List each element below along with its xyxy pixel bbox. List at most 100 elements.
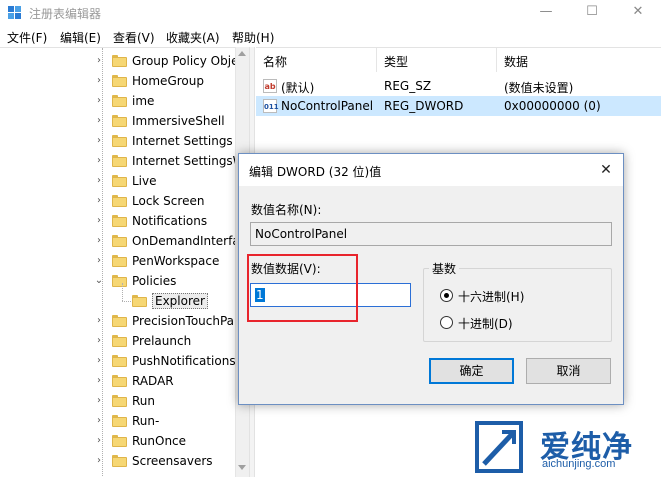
folder-icon — [112, 415, 127, 427]
chevron-right-icon[interactable]: › — [94, 215, 104, 227]
tree-item-label: RunOnce — [132, 434, 187, 448]
chevron-right-icon[interactable]: › — [94, 355, 104, 367]
tree-item-label: ime — [132, 94, 155, 108]
chevron-down-icon[interactable]: ⌄ — [94, 275, 104, 287]
folder-icon — [112, 215, 127, 227]
tree-item[interactable]: › Prelaunch — [0, 331, 235, 351]
highlight-annotation — [247, 254, 358, 322]
tree-item[interactable]: › Live — [0, 171, 235, 191]
tree-item-label: OnDemandInterfa — [132, 234, 240, 248]
menu-help[interactable]: 帮助(H) — [232, 29, 274, 46]
tree-item[interactable]: › PenWorkspace — [0, 251, 235, 271]
tree-item[interactable]: › Internet SettingsW — [0, 151, 245, 171]
folder-icon — [112, 55, 127, 67]
tree-item-label: Policies — [132, 274, 177, 288]
tree-item[interactable]: › Run — [0, 391, 235, 411]
tree-item[interactable]: › ime — [0, 91, 235, 111]
folder-icon — [112, 455, 127, 467]
edit-dword-dialog: 编辑 DWORD (32 位)值 ✕ 数值名称(N): NoControlPan… — [238, 153, 624, 405]
string-value-icon: ab — [263, 79, 277, 93]
menu-file[interactable]: 文件(F) — [7, 29, 47, 46]
value-name-field[interactable]: NoControlPanel — [250, 222, 612, 246]
tree-item[interactable]: › Notifications — [0, 211, 235, 231]
column-name[interactable]: 名称 — [263, 53, 287, 70]
tree-item[interactable]: › Run- — [0, 411, 235, 431]
tree-item[interactable]: › ImmersiveShell — [0, 111, 235, 131]
chevron-right-icon[interactable]: › — [94, 435, 104, 447]
tree-item-label: Prelaunch — [132, 334, 192, 348]
chevron-right-icon[interactable]: › — [94, 155, 104, 167]
radio-dec-label[interactable]: 十进制(D) — [458, 315, 513, 332]
column-data[interactable]: 数据 — [504, 53, 528, 70]
watermark-url: aichunjing.com — [542, 458, 616, 470]
tree-item[interactable]: › HomeGroup — [0, 71, 235, 91]
chevron-right-icon[interactable]: › — [94, 415, 104, 427]
folder-icon — [112, 355, 127, 367]
tree-item-label: PushNotifications — [132, 354, 236, 368]
tree-item[interactable]: › Internet Settings — [0, 131, 235, 151]
chevron-right-icon[interactable]: › — [94, 395, 104, 407]
chevron-right-icon[interactable]: › — [94, 135, 104, 147]
chevron-right-icon[interactable]: › — [94, 175, 104, 187]
tree-item-label: Internet SettingsW — [132, 154, 245, 168]
folder-icon — [112, 335, 127, 347]
key-tree[interactable]: › Group Policy Obje › HomeGroup › ime › Immersi… — [0, 47, 248, 477]
maximize-button[interactable]: ☐ — [569, 0, 615, 26]
tree-item[interactable]: › RunOnce — [0, 431, 235, 451]
chevron-right-icon[interactable]: › — [94, 195, 104, 207]
radio-hex-label[interactable]: 十六进制(H) — [458, 288, 524, 305]
list-row-nocontrolpanel[interactable]: 011 NoControlPanel REG_DWORD 0x00000000 … — [256, 96, 661, 116]
aichunjing-logo-icon — [475, 421, 523, 473]
folder-icon — [112, 75, 127, 87]
menu-favorites[interactable]: 收藏夹(A) — [166, 29, 220, 46]
scroll-up-icon[interactable] — [238, 51, 246, 56]
list-header: 名称 类型 数据 — [256, 48, 661, 72]
tree-item[interactable]: › Group Policy Obje — [0, 51, 238, 71]
chevron-right-icon[interactable]: › — [94, 375, 104, 387]
tree-item-label: Screensavers — [132, 454, 213, 468]
folder-icon — [112, 155, 127, 167]
tree-item-label: PenWorkspace — [132, 254, 220, 268]
chevron-right-icon[interactable]: › — [94, 315, 104, 327]
folder-icon — [112, 315, 127, 327]
tree-item[interactable]: › PrecisionTouchPa — [0, 311, 235, 331]
row-name: (默认) — [281, 81, 315, 95]
chevron-right-icon[interactable]: › — [94, 455, 104, 467]
menu-view[interactable]: 查看(V) — [113, 29, 155, 46]
radio-dec[interactable] — [440, 316, 453, 329]
radio-hex[interactable] — [440, 289, 453, 302]
column-type[interactable]: 类型 — [384, 53, 408, 70]
tree-item-label: Run- — [132, 414, 160, 428]
chevron-right-icon[interactable]: › — [94, 335, 104, 347]
tree-item[interactable]: › Lock Screen — [0, 191, 235, 211]
chevron-right-icon[interactable]: › — [94, 95, 104, 107]
tree-item[interactable]: › Screensavers — [0, 451, 235, 471]
minimize-button[interactable]: — — [523, 0, 569, 26]
tree-item-label: RADAR — [132, 374, 174, 388]
chevron-right-icon[interactable]: › — [94, 55, 104, 67]
dialog-title: 编辑 DWORD (32 位)值 — [249, 165, 382, 179]
folder-icon — [112, 115, 127, 127]
tree-item[interactable]: ⌄ Policies — [0, 271, 235, 291]
chevron-right-icon[interactable]: › — [94, 255, 104, 267]
tree-item[interactable]: › OnDemandInterfa — [0, 231, 240, 251]
folder-icon — [132, 295, 147, 307]
tree-item[interactable]: › RADAR — [0, 371, 235, 391]
ok-button[interactable]: 确定 — [429, 358, 514, 384]
chevron-right-icon[interactable]: › — [94, 115, 104, 127]
close-window-button[interactable]: ✕ — [615, 0, 661, 26]
tree-item-label: Run — [132, 394, 156, 408]
dialog-close-icon[interactable]: ✕ — [596, 160, 616, 180]
menu-edit[interactable]: 编辑(E) — [60, 29, 101, 46]
tree-item[interactable]: › PushNotifications — [0, 351, 236, 371]
value-name-label: 数值名称(N): — [251, 203, 322, 217]
tree-item-label: Notifications — [132, 214, 208, 228]
list-row-default[interactable]: ab (默认) REG_SZ (数值未设置) — [256, 76, 661, 96]
chevron-right-icon[interactable]: › — [94, 75, 104, 87]
cancel-button[interactable]: 取消 — [526, 358, 611, 384]
tree-item-label: ImmersiveShell — [132, 114, 225, 128]
tree-item[interactable]: Explorer — [0, 283, 235, 311]
chevron-right-icon[interactable]: › — [94, 235, 104, 247]
folder-icon — [112, 435, 127, 447]
scroll-down-icon[interactable] — [238, 465, 246, 470]
